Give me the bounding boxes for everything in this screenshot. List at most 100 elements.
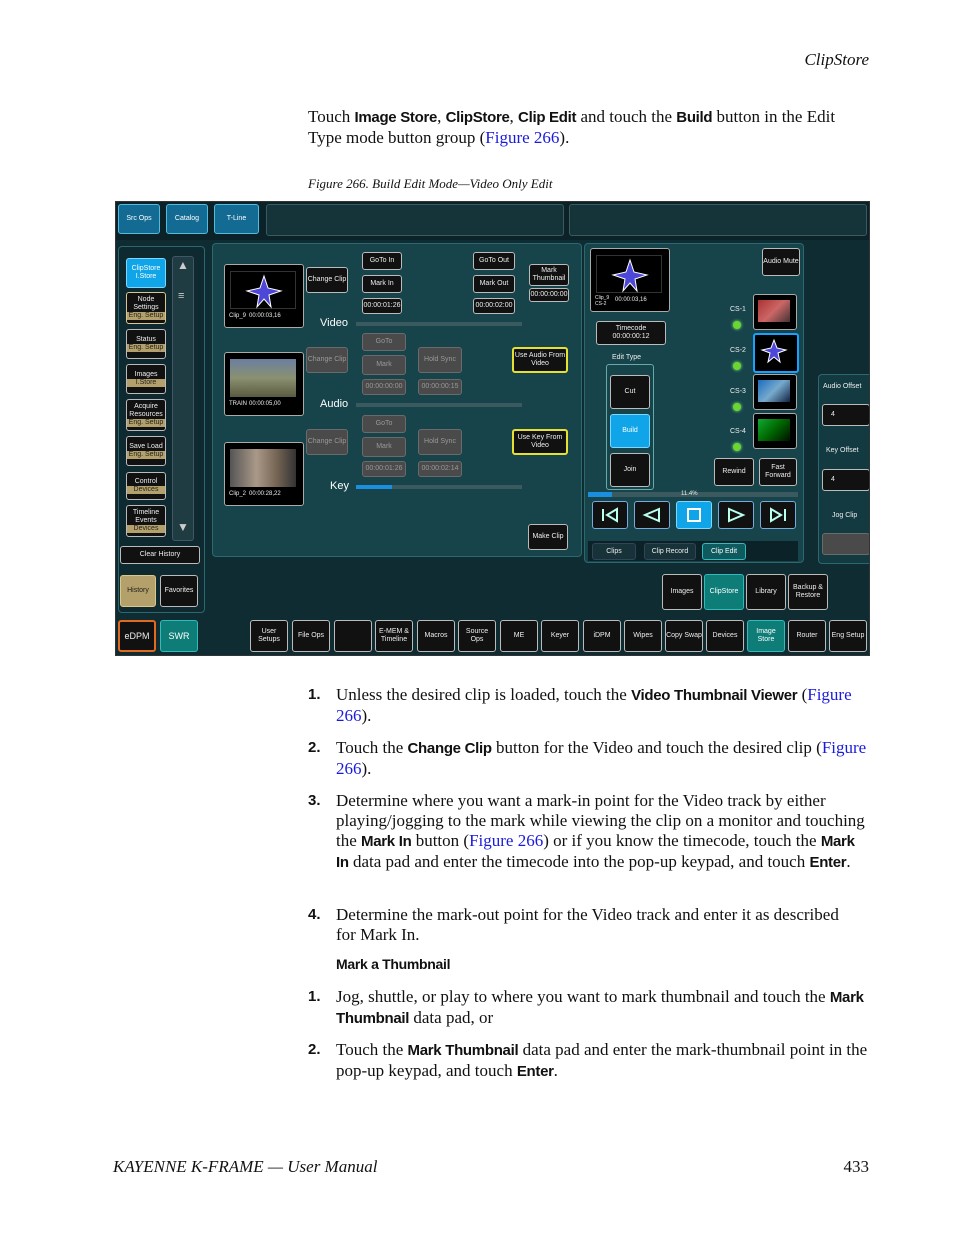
history-item-status[interactable]: Status Eng. Setup — [126, 329, 166, 359]
menu-source-ops[interactable]: Source Ops — [458, 620, 496, 652]
tab-clip-record[interactable]: Clip Record — [644, 543, 696, 560]
go-to-end-button[interactable] — [760, 501, 796, 529]
scroll-up-icon[interactable]: ▲ — [177, 258, 189, 272]
video-mark-in-data-pad[interactable]: 00:00:01:26 — [362, 298, 402, 314]
key-goto-button[interactable]: GoTo — [362, 415, 406, 433]
edit-type-join-button[interactable]: Join — [610, 453, 650, 487]
tab-clip-edit[interactable]: Clip Edit — [702, 543, 746, 560]
video-change-clip-button[interactable]: Change Clip — [306, 267, 348, 293]
scroll-down-icon[interactable]: ▼ — [177, 520, 189, 534]
tab-src-ops[interactable]: Src Ops — [118, 204, 160, 234]
audio-hold-sync-button[interactable]: Hold Sync — [418, 347, 462, 373]
swr-button[interactable]: SWR — [160, 620, 198, 652]
edit-type-build-button[interactable]: Build — [610, 414, 650, 448]
cs-2-thumbnail[interactable] — [753, 333, 799, 373]
audio-change-clip-button[interactable]: Change Clip — [306, 347, 348, 373]
edpm-button[interactable]: eDPM — [118, 620, 156, 652]
audio-goto-button[interactable]: GoTo — [362, 333, 406, 351]
tab-clips[interactable]: Clips — [592, 543, 636, 560]
rewind-button[interactable]: Rewind — [714, 458, 754, 486]
mark-thumbnail-button[interactable]: Mark Thumbnail — [529, 264, 569, 286]
intro-text: , — [509, 107, 519, 126]
step-text: Touch the — [336, 1040, 408, 1059]
audio-mark-in-data-pad[interactable]: 00:00:00:00 — [362, 379, 406, 395]
menu-file-ops[interactable]: File Ops — [292, 620, 330, 652]
ui-term: Change Clip — [407, 740, 493, 757]
cs-3-thumbnail[interactable] — [753, 374, 797, 410]
favorites-button[interactable]: Favorites — [160, 575, 198, 607]
edit-type-cut-button[interactable]: Cut — [610, 375, 650, 409]
menu-sub: Devices — [127, 486, 165, 494]
history-item-node-settings[interactable]: Node Settings Eng. Setup — [126, 292, 166, 324]
key-thumbnail-viewer[interactable]: Clip_2 00:00:28,22 — [224, 442, 304, 506]
key-mark-button[interactable]: Mark — [362, 437, 406, 457]
tab-t-line[interactable]: T-Line — [214, 204, 259, 234]
history-item-images[interactable]: Images I.Store — [126, 364, 166, 394]
use-key-from-video-button[interactable]: Use Key From Video — [512, 429, 568, 455]
menu-keyer[interactable]: Keyer — [541, 620, 579, 652]
video-goto-out-button[interactable]: GoTo Out — [473, 252, 515, 270]
audio-mute-button[interactable]: Audio Mute — [762, 248, 800, 276]
stop-button[interactable] — [676, 501, 712, 529]
timecode-data-pad[interactable]: Timecode 00:00:00:12 — [596, 321, 666, 345]
menu-router[interactable]: Router — [788, 620, 826, 652]
figure-link[interactable]: Figure 266 — [469, 831, 543, 850]
menu-me[interactable]: ME — [500, 620, 538, 652]
history-item-timeline-events[interactable]: Timeline Events Devices — [126, 505, 166, 537]
scroll-grip-icon[interactable]: ≡ — [178, 290, 184, 302]
video-goto-in-button[interactable]: GoTo In — [362, 252, 402, 270]
cs-4-thumbnail[interactable] — [753, 413, 797, 449]
key-offset-input[interactable]: 4 — [822, 469, 869, 491]
mark-thumbnail-data-pad[interactable]: 00:00:00:00 — [529, 288, 569, 302]
cs-1-thumbnail[interactable] — [753, 294, 797, 330]
history-button[interactable]: History — [120, 575, 156, 607]
app-tab-backup-restore[interactable]: Backup & Restore — [788, 574, 828, 610]
timecode-value: 00:00:00:12 — [612, 333, 650, 340]
reverse-play-button[interactable] — [634, 501, 670, 529]
history-item-control[interactable]: Control Devices — [126, 472, 166, 500]
play-button[interactable] — [718, 501, 754, 529]
audio-mark-out-data-pad[interactable]: 00:00:00:15 — [418, 379, 462, 395]
tab-catalog[interactable]: Catalog — [166, 204, 208, 234]
menu-emem-timeline[interactable]: E-MEM & Timeline — [375, 620, 413, 652]
clear-history-button[interactable]: Clear History — [120, 546, 200, 564]
video-mark-in-button[interactable]: Mark In — [362, 275, 402, 293]
menu-idpm[interactable]: iDPM — [583, 620, 621, 652]
video-clip-timecode: 00:00:03,16 — [249, 313, 281, 319]
video-thumbnail-viewer[interactable]: Clip_9 00:00:03,16 — [224, 264, 304, 328]
menu-blank[interactable] — [334, 620, 372, 652]
menu-user-setups[interactable]: User Setups — [250, 620, 288, 652]
figure-link[interactable]: Figure 266 — [485, 128, 559, 147]
app-tab-library[interactable]: Library — [746, 574, 786, 610]
go-to-start-button[interactable] — [592, 501, 628, 529]
use-audio-from-video-button[interactable]: Use Audio From Video — [512, 347, 568, 373]
make-clip-button[interactable]: Make Clip — [528, 524, 568, 550]
step-number: 3. — [308, 792, 321, 809]
menu-macros[interactable]: Macros — [417, 620, 455, 652]
audio-mark-button[interactable]: Mark — [362, 355, 406, 375]
audio-offset-input[interactable]: 4 — [822, 404, 869, 426]
audio-thumbnail-viewer[interactable]: TRAIN 00:00:05,00 — [224, 352, 304, 416]
step-number: 2. — [308, 1041, 321, 1058]
key-change-clip-button[interactable]: Change Clip — [306, 429, 348, 455]
menu-devices[interactable]: Devices — [706, 620, 744, 652]
app-tab-clipstore[interactable]: ClipStore — [704, 574, 744, 610]
menu-sub: Eng. Setup — [127, 344, 165, 352]
history-item-clipstore[interactable]: ClipStore I.Store — [126, 258, 166, 288]
video-mark-out-button[interactable]: Mark Out — [473, 275, 515, 293]
preview-thumbnail-viewer[interactable]: Clip_9 CS-2 00:00:03,16 — [590, 248, 670, 312]
fast-forward-button[interactable]: Fast Forward — [759, 458, 797, 486]
menu-wipes[interactable]: Wipes — [624, 620, 662, 652]
history-item-acquire-resources[interactable]: Acquire Resources Eng. Setup — [126, 399, 166, 431]
key-mark-out-data-pad[interactable]: 00:00:02:14 — [418, 461, 462, 477]
history-item-save-load[interactable]: Save Load Eng. Setup — [126, 436, 166, 466]
key-hold-sync-button[interactable]: Hold Sync — [418, 429, 462, 455]
app-tab-images[interactable]: Images — [662, 574, 702, 610]
menu-eng-setup[interactable]: Eng Setup — [829, 620, 867, 652]
intro-text: and touch the — [576, 107, 677, 126]
jog-clip-control[interactable] — [822, 533, 869, 555]
key-mark-in-data-pad[interactable]: 00:00:01:26 — [362, 461, 406, 477]
video-mark-out-data-pad[interactable]: 00:00:02:00 — [473, 298, 515, 314]
menu-image-store[interactable]: Image Store — [747, 620, 785, 652]
menu-copy-swap[interactable]: Copy Swap — [665, 620, 703, 652]
